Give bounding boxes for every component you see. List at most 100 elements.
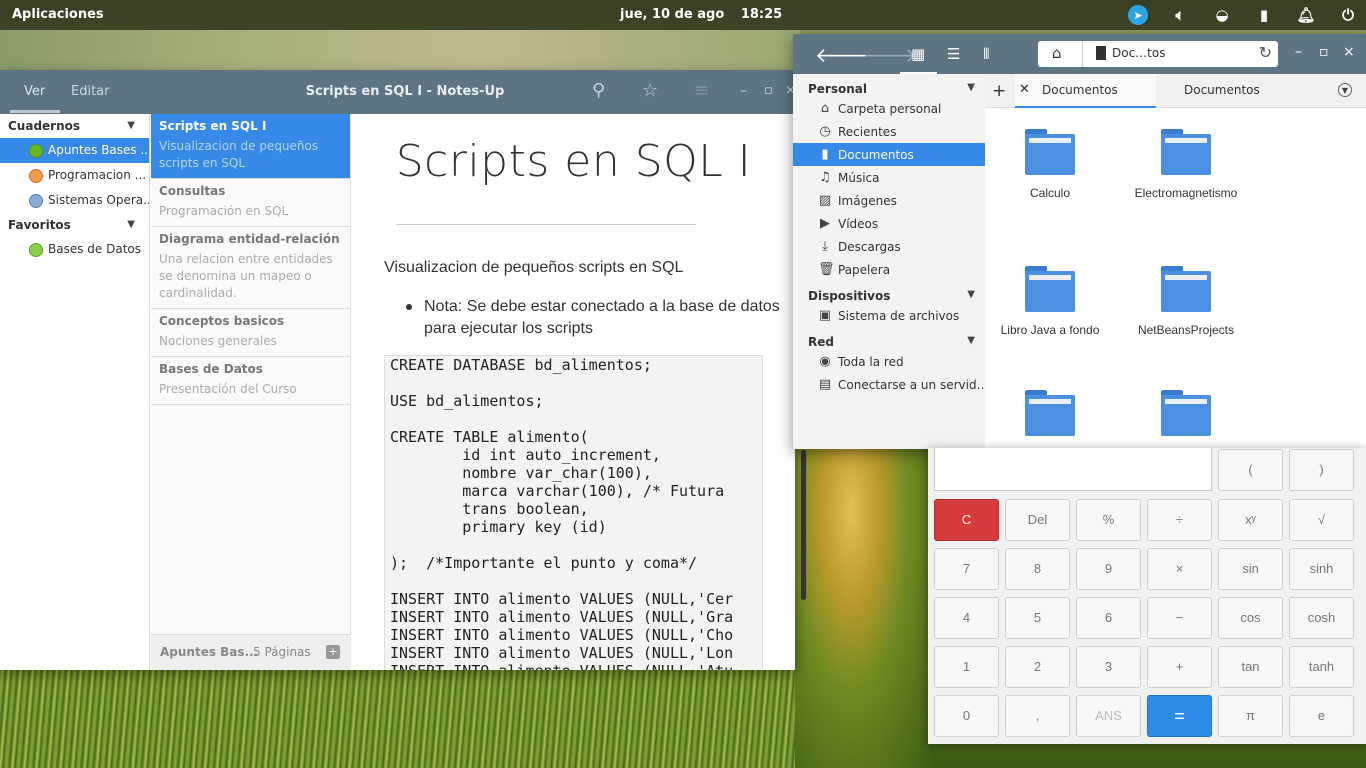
tabs-menu-icon[interactable]: ▼ bbox=[1338, 83, 1352, 97]
volume-icon[interactable]: 🔈︎ bbox=[1170, 5, 1190, 25]
key-7[interactable]: 7 bbox=[934, 548, 999, 590]
minimize-button[interactable]: – bbox=[740, 83, 747, 99]
key-4[interactable]: 4 bbox=[934, 597, 999, 639]
folder-item[interactable] bbox=[1116, 390, 1256, 446]
favorites-header[interactable]: Favoritos ▼ bbox=[0, 213, 149, 237]
notebook-item[interactable]: Sistemas Opera... bbox=[0, 188, 149, 213]
folder-item[interactable]: NetBeansProjects bbox=[1116, 266, 1256, 338]
key-9[interactable]: 9 bbox=[1076, 548, 1141, 590]
add-page-button[interactable]: + bbox=[326, 645, 340, 659]
page-content[interactable]: Scripts en SQL I Visualizacion de pequeñ… bbox=[352, 114, 795, 670]
key-0[interactable]: 0 bbox=[934, 695, 999, 737]
personal-header[interactable]: Personal ▼ bbox=[793, 74, 985, 97]
place-documents[interactable]: ▮ Documentos bbox=[793, 143, 985, 166]
key-power[interactable]: xʸ bbox=[1218, 499, 1283, 541]
folder-item[interactable]: Libro Java a fondo bbox=[985, 266, 1115, 338]
key-pi[interactable]: π bbox=[1218, 695, 1283, 737]
key-cosh[interactable]: cosh bbox=[1289, 597, 1354, 639]
key-equals[interactable]: = bbox=[1147, 695, 1212, 737]
folder-item[interactable]: Electromagnetismo bbox=[1116, 129, 1256, 201]
key-5[interactable]: 5 bbox=[1005, 597, 1070, 639]
devices-header[interactable]: Dispositivos ▼ bbox=[793, 281, 985, 304]
page-item[interactable]: Diagrama entidad-relación Una relacion e… bbox=[151, 227, 350, 309]
key-sin[interactable]: sin bbox=[1218, 548, 1283, 590]
path-segment[interactable]: Doc…tos bbox=[1112, 46, 1165, 60]
key-6[interactable]: 6 bbox=[1076, 597, 1141, 639]
key-delete[interactable]: Del bbox=[1005, 499, 1070, 541]
column-view-icon[interactable]: ⦀ bbox=[983, 45, 990, 63]
place-connect-server[interactable]: ▤ Conectarse a un servid… bbox=[793, 373, 985, 396]
key-tanh[interactable]: tanh bbox=[1289, 646, 1354, 688]
maximize-button[interactable]: ▫ bbox=[764, 83, 773, 98]
maximize-button[interactable]: ▫ bbox=[1319, 44, 1329, 60]
network-header[interactable]: Red ▼ bbox=[793, 327, 985, 350]
chevron-down-icon[interactable]: ▼ bbox=[967, 82, 975, 93]
close-tab-icon[interactable]: ✕ bbox=[1019, 82, 1030, 97]
key-3[interactable]: 3 bbox=[1076, 646, 1141, 688]
page-item[interactable]: Conceptos basicos Nociones generales bbox=[151, 309, 350, 357]
back-arrow-icon[interactable]: 🡐 bbox=[815, 43, 869, 67]
place-images[interactable]: ▨ Imágenes bbox=[793, 189, 985, 212]
grid-view-icon[interactable]: ▦ bbox=[911, 45, 925, 63]
tab-documents-active[interactable]: ✕ Documentos bbox=[1015, 74, 1156, 108]
place-network[interactable]: ◉ Toda la red bbox=[793, 350, 985, 373]
power-icon[interactable]: ⏻ bbox=[1338, 5, 1358, 25]
key-cos[interactable]: cos bbox=[1218, 597, 1283, 639]
list-view-icon[interactable]: ☰ bbox=[947, 45, 960, 63]
key-8[interactable]: 8 bbox=[1005, 548, 1070, 590]
key-1[interactable]: 1 bbox=[934, 646, 999, 688]
notebooks-header[interactable]: Cuadernos ▼ bbox=[0, 114, 149, 138]
chevron-down-icon[interactable]: ▼ bbox=[967, 335, 975, 346]
place-filesystem[interactable]: ▣ Sistema de archivos bbox=[793, 304, 985, 327]
search-icon[interactable]: ⚲ bbox=[592, 80, 605, 101]
key-2[interactable]: 2 bbox=[1005, 646, 1070, 688]
key-e[interactable]: e bbox=[1289, 695, 1354, 737]
chevron-down-icon[interactable]: ▼ bbox=[127, 120, 135, 131]
place-downloads[interactable]: ⤓ Descargas bbox=[793, 235, 985, 258]
place-home[interactable]: ⌂ Carpeta personal bbox=[793, 97, 985, 120]
home-icon[interactable]: ⌂ bbox=[1052, 44, 1062, 62]
key-subtract[interactable]: − bbox=[1147, 597, 1212, 639]
place-videos[interactable]: ▶ Vídeos bbox=[793, 212, 985, 235]
new-tab-button[interactable]: + bbox=[992, 81, 1006, 101]
reload-icon[interactable]: ↻ bbox=[1259, 43, 1272, 62]
folder-item[interactable]: Calculo bbox=[985, 129, 1115, 201]
key-add[interactable]: + bbox=[1147, 646, 1212, 688]
key-multiply[interactable]: × bbox=[1147, 548, 1212, 590]
close-button[interactable]: × bbox=[1343, 44, 1355, 60]
notebook-item[interactable]: Programacion ... bbox=[0, 163, 149, 188]
page-item[interactable]: Scripts en SQL I Visualizacion de pequeñ… bbox=[151, 114, 350, 179]
key-clear[interactable]: C bbox=[934, 499, 999, 541]
star-icon[interactable]: ☆ bbox=[642, 80, 658, 101]
place-music[interactable]: ♫ Música bbox=[793, 166, 985, 189]
clock[interactable]: jue, 10 de ago 18:25 bbox=[620, 7, 794, 22]
chevron-down-icon[interactable]: ▼ bbox=[127, 219, 135, 230]
key-tan[interactable]: tan bbox=[1218, 646, 1283, 688]
forward-arrow-icon[interactable]: 🡒 bbox=[863, 43, 917, 67]
favorite-item[interactable]: Bases de Datos bbox=[0, 237, 149, 262]
folder-item[interactable] bbox=[985, 390, 1115, 446]
calculator-display[interactable] bbox=[934, 448, 1212, 491]
scrollbar[interactable] bbox=[801, 450, 806, 600]
key-decimal[interactable]: , bbox=[1005, 695, 1070, 737]
place-recent[interactable]: ◷ Recientes bbox=[793, 120, 985, 143]
menu-icon[interactable]: ≡ bbox=[694, 80, 709, 101]
key-percent[interactable]: % bbox=[1076, 499, 1141, 541]
minimize-button[interactable]: – bbox=[1295, 44, 1302, 60]
key-ans[interactable]: ANS bbox=[1076, 695, 1141, 737]
telegram-icon[interactable]: ➤ bbox=[1128, 5, 1148, 25]
path-bar[interactable]: ⌂ Doc…tos ↻ bbox=[1038, 41, 1278, 67]
place-trash[interactable]: 🗑︎ Papelera bbox=[793, 258, 985, 281]
page-item[interactable]: Bases de Datos Presentación del Curso bbox=[151, 357, 350, 405]
key-open-paren[interactable]: ( bbox=[1218, 449, 1283, 491]
notebook-item[interactable]: Apuntes Bases ... bbox=[0, 138, 149, 163]
tab-documents[interactable]: Documentos bbox=[1184, 83, 1260, 97]
key-sinh[interactable]: sinh bbox=[1289, 548, 1354, 590]
key-sqrt[interactable]: √ bbox=[1289, 499, 1354, 541]
applications-menu[interactable]: Aplicaciones bbox=[12, 7, 104, 22]
wifi-icon[interactable]: ◒ bbox=[1212, 5, 1232, 25]
chevron-down-icon[interactable]: ▼ bbox=[967, 289, 975, 300]
key-divide[interactable]: ÷ bbox=[1147, 499, 1212, 541]
notifications-icon[interactable]: 🔔︎ bbox=[1296, 5, 1316, 25]
key-close-paren[interactable]: ) bbox=[1289, 449, 1354, 491]
